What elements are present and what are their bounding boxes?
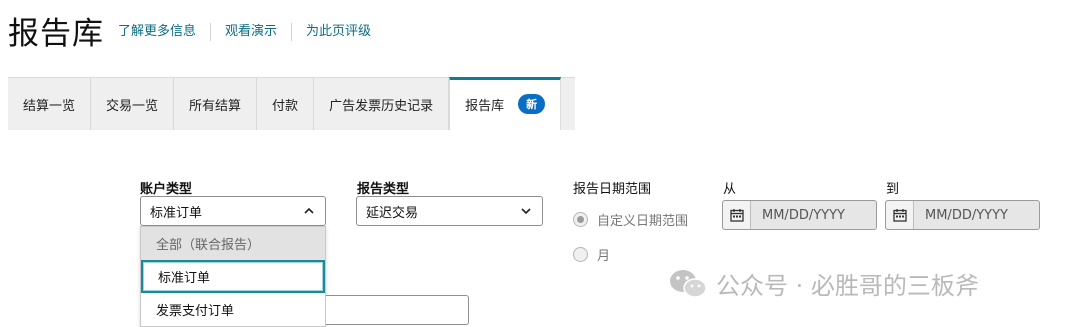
radio-button xyxy=(573,212,588,227)
watermark: 公众号 · 必胜哥的三板斧 xyxy=(668,266,979,301)
tab-all-settlements[interactable]: 所有结算 xyxy=(174,78,258,130)
radio-button xyxy=(573,247,588,262)
option-standard-order[interactable]: 标准订单 xyxy=(141,260,325,293)
hidden-text-input[interactable] xyxy=(326,295,469,325)
report-type-value: 延迟交易 xyxy=(366,205,419,221)
radio-custom-range[interactable]: 自定义日期范围 xyxy=(573,210,688,229)
from-label: 从 xyxy=(723,182,737,197)
tab-ad-invoice-history[interactable]: 广告发票历史记录 xyxy=(314,78,450,130)
radio-label: 月 xyxy=(597,249,611,264)
new-badge: 新 xyxy=(518,94,546,114)
from-date-placeholder: MM/DD/YYYY xyxy=(762,207,845,223)
chevron-down-icon xyxy=(521,208,531,215)
calendar-icon[interactable] xyxy=(886,201,914,229)
chevron-up-icon xyxy=(304,207,314,214)
report-type-label: 报告类型 xyxy=(357,182,410,197)
tab-payments[interactable]: 付款 xyxy=(257,78,315,130)
calendar-icon[interactable] xyxy=(723,201,751,229)
account-type-dropdown: 全部（联合报告） 标准订单 发票支付订单 xyxy=(140,226,326,327)
to-label: 到 xyxy=(886,182,900,197)
page-header: 报告库 了解更多信息 观看演示 为此页评级 xyxy=(8,8,385,52)
report-type-select[interactable]: 延迟交易 xyxy=(356,196,543,226)
watermark-text: 公众号 · 必胜哥的三板斧 xyxy=(716,272,979,300)
watch-demo-link[interactable]: 观看演示 xyxy=(210,23,291,41)
radio-label: 自定义日期范围 xyxy=(597,214,689,229)
tab-report-library[interactable]: 报告库 新 xyxy=(449,77,562,130)
header-links: 了解更多信息 观看演示 为此页评级 xyxy=(118,23,385,41)
tab-label: 结算一览 xyxy=(23,98,76,114)
tab-transaction-overview[interactable]: 交易一览 xyxy=(91,78,175,130)
option-invoice-payment-order[interactable]: 发票支付订单 xyxy=(141,293,325,326)
tab-label: 所有结算 xyxy=(189,98,242,114)
wechat-icon xyxy=(670,269,707,298)
account-type-label: 账户类型 xyxy=(140,182,193,197)
page-title: 报告库 xyxy=(8,15,104,52)
tab-settlement-overview[interactable]: 结算一览 xyxy=(8,78,92,130)
to-date-placeholder: MM/DD/YYYY xyxy=(925,207,1008,223)
tab-label: 付款 xyxy=(272,98,299,114)
to-date-input[interactable]: MM/DD/YYYY xyxy=(885,200,1040,230)
date-range-label: 报告日期范围 xyxy=(573,182,652,197)
tab-label: 广告发票历史记录 xyxy=(329,98,434,114)
tab-bar: 结算一览 交易一览 所有结算 付款 广告发票历史记录 报告库 新 xyxy=(8,77,575,130)
rate-page-link[interactable]: 为此页评级 xyxy=(291,23,385,41)
option-all-joint-report: 全部（联合报告） xyxy=(141,227,325,260)
tab-label: 报告库 xyxy=(465,98,505,114)
account-type-value: 标准订单 xyxy=(150,205,203,221)
radio-month[interactable]: 月 xyxy=(573,245,610,264)
tab-label: 交易一览 xyxy=(106,98,159,114)
learn-more-link[interactable]: 了解更多信息 xyxy=(118,23,210,41)
account-type-select[interactable]: 标准订单 xyxy=(140,196,326,226)
from-date-input[interactable]: MM/DD/YYYY xyxy=(722,200,877,230)
